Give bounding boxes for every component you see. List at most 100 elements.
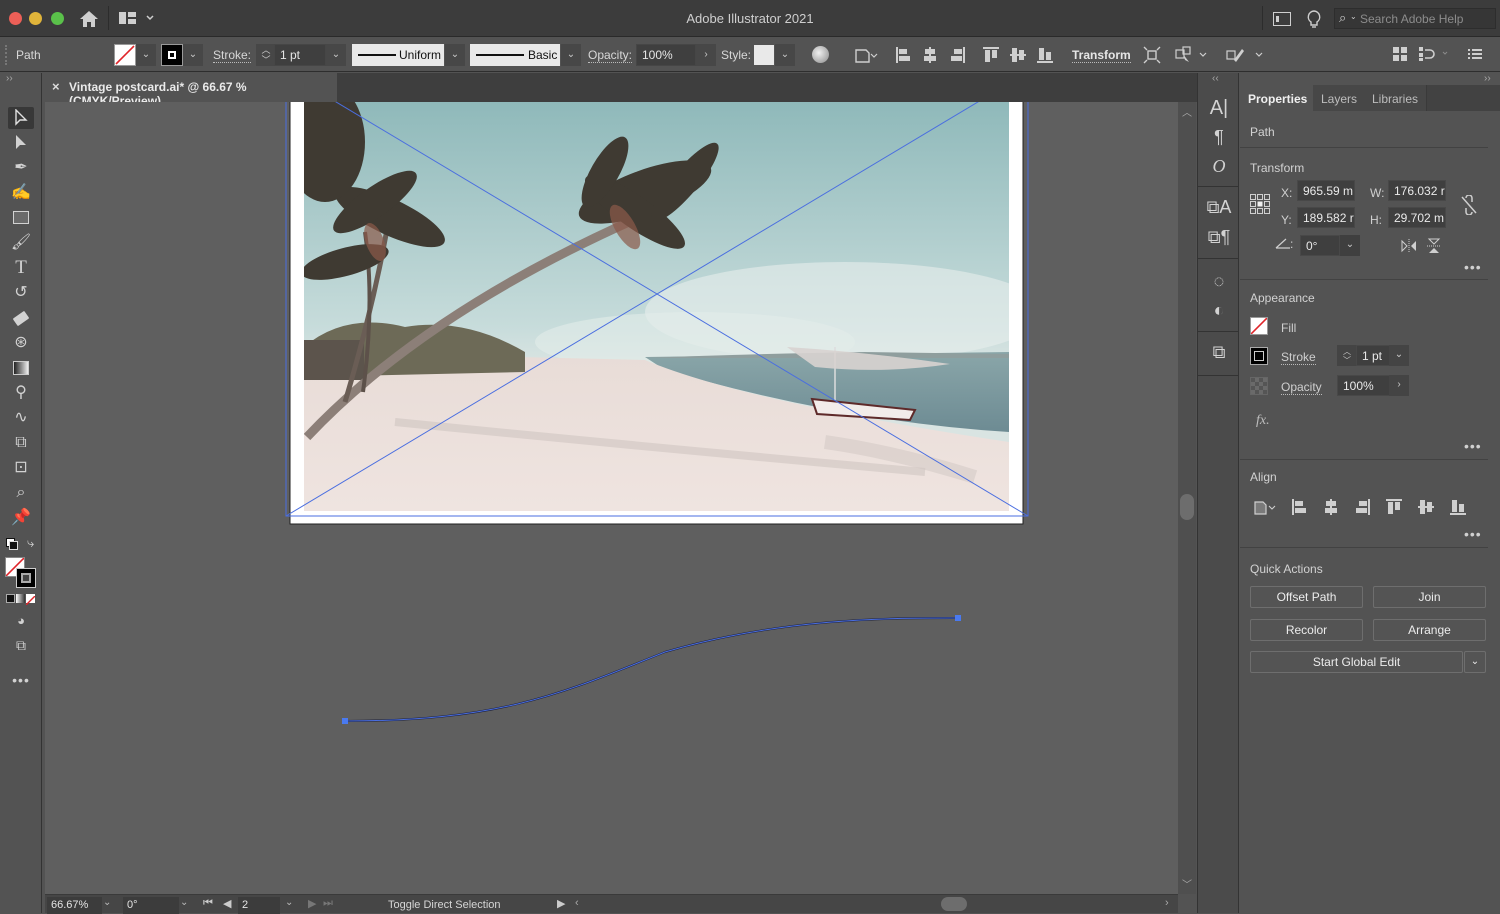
stroke-weight-stepper[interactable]: ︿ ﹀ bbox=[256, 44, 276, 66]
isolate-selected-object-icon[interactable] bbox=[1143, 46, 1161, 64]
appearance-opacity-link[interactable]: Opacity bbox=[1281, 380, 1322, 395]
vertical-align-top-icon[interactable] bbox=[982, 45, 1000, 65]
pin-tool-icon[interactable]: 📌 bbox=[8, 507, 34, 529]
panel-align-bottom-icon[interactable] bbox=[1449, 498, 1467, 516]
first-artboard-button[interactable]: ⏮ bbox=[203, 897, 213, 910]
fill-dropdown-button[interactable]: ⌄ bbox=[136, 44, 156, 66]
rectangle-tool-icon[interactable] bbox=[8, 207, 34, 229]
stroke-weight-input[interactable]: 1 pt bbox=[274, 44, 326, 66]
edit-toolbar-more-icon[interactable]: ••• bbox=[8, 669, 34, 691]
rotate-angle-input[interactable]: 0° bbox=[1300, 235, 1340, 256]
discover-lightbulb-icon[interactable] bbox=[1305, 9, 1323, 29]
status-menu-arrow[interactable]: ▶ bbox=[557, 897, 565, 910]
last-artboard-button[interactable]: ⏭ bbox=[323, 897, 333, 910]
gradient-tool-icon[interactable] bbox=[8, 357, 34, 379]
eyedropper-tool-icon[interactable]: ⚲ bbox=[8, 382, 34, 404]
zoom-level-input[interactable]: 66.67% bbox=[47, 897, 102, 914]
fill-swatch-none[interactable] bbox=[114, 44, 136, 66]
appearance-panel-icon[interactable]: ◌ bbox=[1204, 271, 1234, 297]
appearance-stroke-stepper[interactable]: ︿ ﹀ bbox=[1337, 345, 1357, 366]
scroll-left-arrow[interactable]: ‹ bbox=[575, 897, 579, 909]
vertical-align-center-icon[interactable] bbox=[1009, 45, 1027, 65]
flip-vertical-icon[interactable] bbox=[1427, 238, 1441, 254]
pen-tool-icon[interactable]: ✒ bbox=[8, 157, 34, 179]
eraser-tool-icon[interactable] bbox=[8, 307, 34, 329]
transform-panel-link[interactable]: Transform bbox=[1072, 48, 1131, 63]
arrange-documents-icon[interactable] bbox=[1273, 12, 1291, 26]
opacity-label-link[interactable]: Opacity: bbox=[588, 48, 633, 63]
type-tool-icon[interactable]: T bbox=[8, 257, 34, 279]
select-similar-objects-icon[interactable] bbox=[1175, 46, 1211, 64]
appearance-stroke-swatch[interactable] bbox=[1250, 347, 1268, 365]
swap-fill-stroke-icon[interactable]: ⤷ bbox=[27, 535, 34, 551]
horizontal-align-left-icon[interactable] bbox=[895, 45, 911, 65]
stroke-label-link[interactable]: Stroke: bbox=[213, 48, 252, 63]
stroke-weight-dropdown-button[interactable]: ⌄ bbox=[326, 44, 346, 66]
zoom-dropdown-button[interactable]: ⌄ bbox=[103, 897, 111, 908]
direct-selection-tool-icon[interactable] bbox=[8, 132, 34, 154]
brush-definition-dropdown-button[interactable]: ⌄ bbox=[561, 44, 581, 66]
anchor-point-end[interactable] bbox=[955, 615, 961, 621]
anchor-point-start[interactable] bbox=[342, 718, 348, 724]
variable-width-profile-dropdown-button[interactable]: ⌄ bbox=[445, 44, 465, 66]
panel-align-vertical-center-icon[interactable] bbox=[1417, 498, 1435, 516]
transparency-panel-icon[interactable]: ◐ bbox=[1204, 300, 1234, 326]
control-bar-menu-icon[interactable] bbox=[1468, 47, 1482, 61]
curvature-tool-icon[interactable]: ✍ bbox=[8, 182, 34, 204]
tab-layers[interactable]: Layers bbox=[1313, 85, 1367, 111]
opacity-slider-button[interactable]: › bbox=[696, 44, 716, 66]
flip-horizontal-icon[interactable] bbox=[1401, 239, 1417, 253]
arrange-button[interactable]: Arrange bbox=[1373, 619, 1486, 641]
scroll-up-arrow[interactable]: ︿ bbox=[1182, 104, 1192, 119]
join-button[interactable]: Join bbox=[1373, 586, 1486, 608]
tab-properties[interactable]: Properties bbox=[1240, 85, 1317, 111]
horizontal-align-center-icon[interactable] bbox=[922, 45, 938, 65]
stroke-color-dropdown-button[interactable]: ⌄ bbox=[183, 44, 203, 66]
previous-artboard-button[interactable]: ◀ bbox=[223, 897, 231, 910]
paintbrush-tool-icon[interactable]: 🖌 bbox=[8, 232, 34, 254]
panel-align-to-icon[interactable] bbox=[1252, 498, 1278, 516]
align-more-options-icon[interactable]: ••• bbox=[1464, 526, 1482, 542]
character-panel-icon[interactable]: A| bbox=[1204, 97, 1234, 123]
y-position-input[interactable]: 189.582 r bbox=[1297, 207, 1355, 228]
appearance-more-options-icon[interactable]: ••• bbox=[1464, 438, 1482, 454]
character-styles-panel-icon[interactable]: ⧉A bbox=[1204, 197, 1234, 223]
reference-point-icon[interactable] bbox=[1250, 194, 1270, 214]
x-position-input[interactable]: 965.59 m bbox=[1297, 180, 1355, 201]
rotation-input[interactable]: 0° bbox=[123, 897, 179, 914]
vertical-scroll-thumb[interactable] bbox=[1180, 494, 1194, 520]
appearance-opacity-slider-button[interactable]: › bbox=[1389, 375, 1409, 396]
panel-align-left-icon[interactable] bbox=[1291, 498, 1307, 516]
color-mode-buttons[interactable] bbox=[6, 594, 36, 606]
selected-bezier-path[interactable] bbox=[342, 615, 961, 724]
align-to-selection-icon[interactable] bbox=[853, 45, 879, 65]
width-input[interactable]: 176.032 r bbox=[1388, 180, 1446, 201]
document-tab[interactable]: × Vintage postcard.ai* @ 66.67 % (CMYK/P… bbox=[45, 73, 337, 108]
horizontal-scroll-thumb[interactable] bbox=[941, 897, 967, 911]
height-input[interactable]: 29.702 m bbox=[1388, 207, 1446, 228]
offset-path-button[interactable]: Offset Path bbox=[1250, 586, 1363, 608]
panel-align-top-icon[interactable] bbox=[1385, 498, 1403, 516]
artboard-number-input[interactable]: 2 bbox=[238, 897, 280, 914]
paragraph-panel-icon[interactable]: ¶ bbox=[1204, 127, 1234, 153]
rotate-angle-dropdown-button[interactable]: ⌄ bbox=[1340, 235, 1360, 256]
expand-panels-icon[interactable]: ‹‹ bbox=[1212, 73, 1219, 84]
graphic-style-swatch[interactable] bbox=[754, 45, 774, 65]
artboards-panel-icon[interactable]: ⧉ bbox=[1204, 342, 1234, 368]
artboard-tool-icon[interactable]: ⊡ bbox=[8, 457, 34, 479]
scroll-right-arrow[interactable]: › bbox=[1165, 897, 1169, 909]
draw-mode-icon[interactable]: ◕ bbox=[8, 610, 34, 632]
default-fill-stroke-icon[interactable] bbox=[6, 538, 18, 550]
grid-snap-icon[interactable] bbox=[1392, 46, 1408, 62]
zoom-tool-icon[interactable]: ⌕ bbox=[8, 482, 34, 504]
opentype-panel-icon[interactable]: O bbox=[1204, 156, 1234, 182]
panel-align-right-icon[interactable] bbox=[1355, 498, 1371, 516]
appearance-stroke-link[interactable]: Stroke bbox=[1281, 350, 1316, 365]
appearance-stroke-weight-dropdown[interactable]: ⌄ bbox=[1389, 345, 1409, 366]
transform-more-options-icon[interactable]: ••• bbox=[1464, 259, 1482, 275]
panel-align-horizontal-center-icon[interactable] bbox=[1323, 498, 1339, 516]
appearance-fill-swatch[interactable] bbox=[1250, 317, 1268, 335]
brush-definition-select[interactable]: Basic bbox=[470, 44, 560, 66]
recolor-button[interactable]: Recolor bbox=[1250, 619, 1363, 641]
variable-width-profile-select[interactable]: Uniform bbox=[352, 44, 444, 66]
